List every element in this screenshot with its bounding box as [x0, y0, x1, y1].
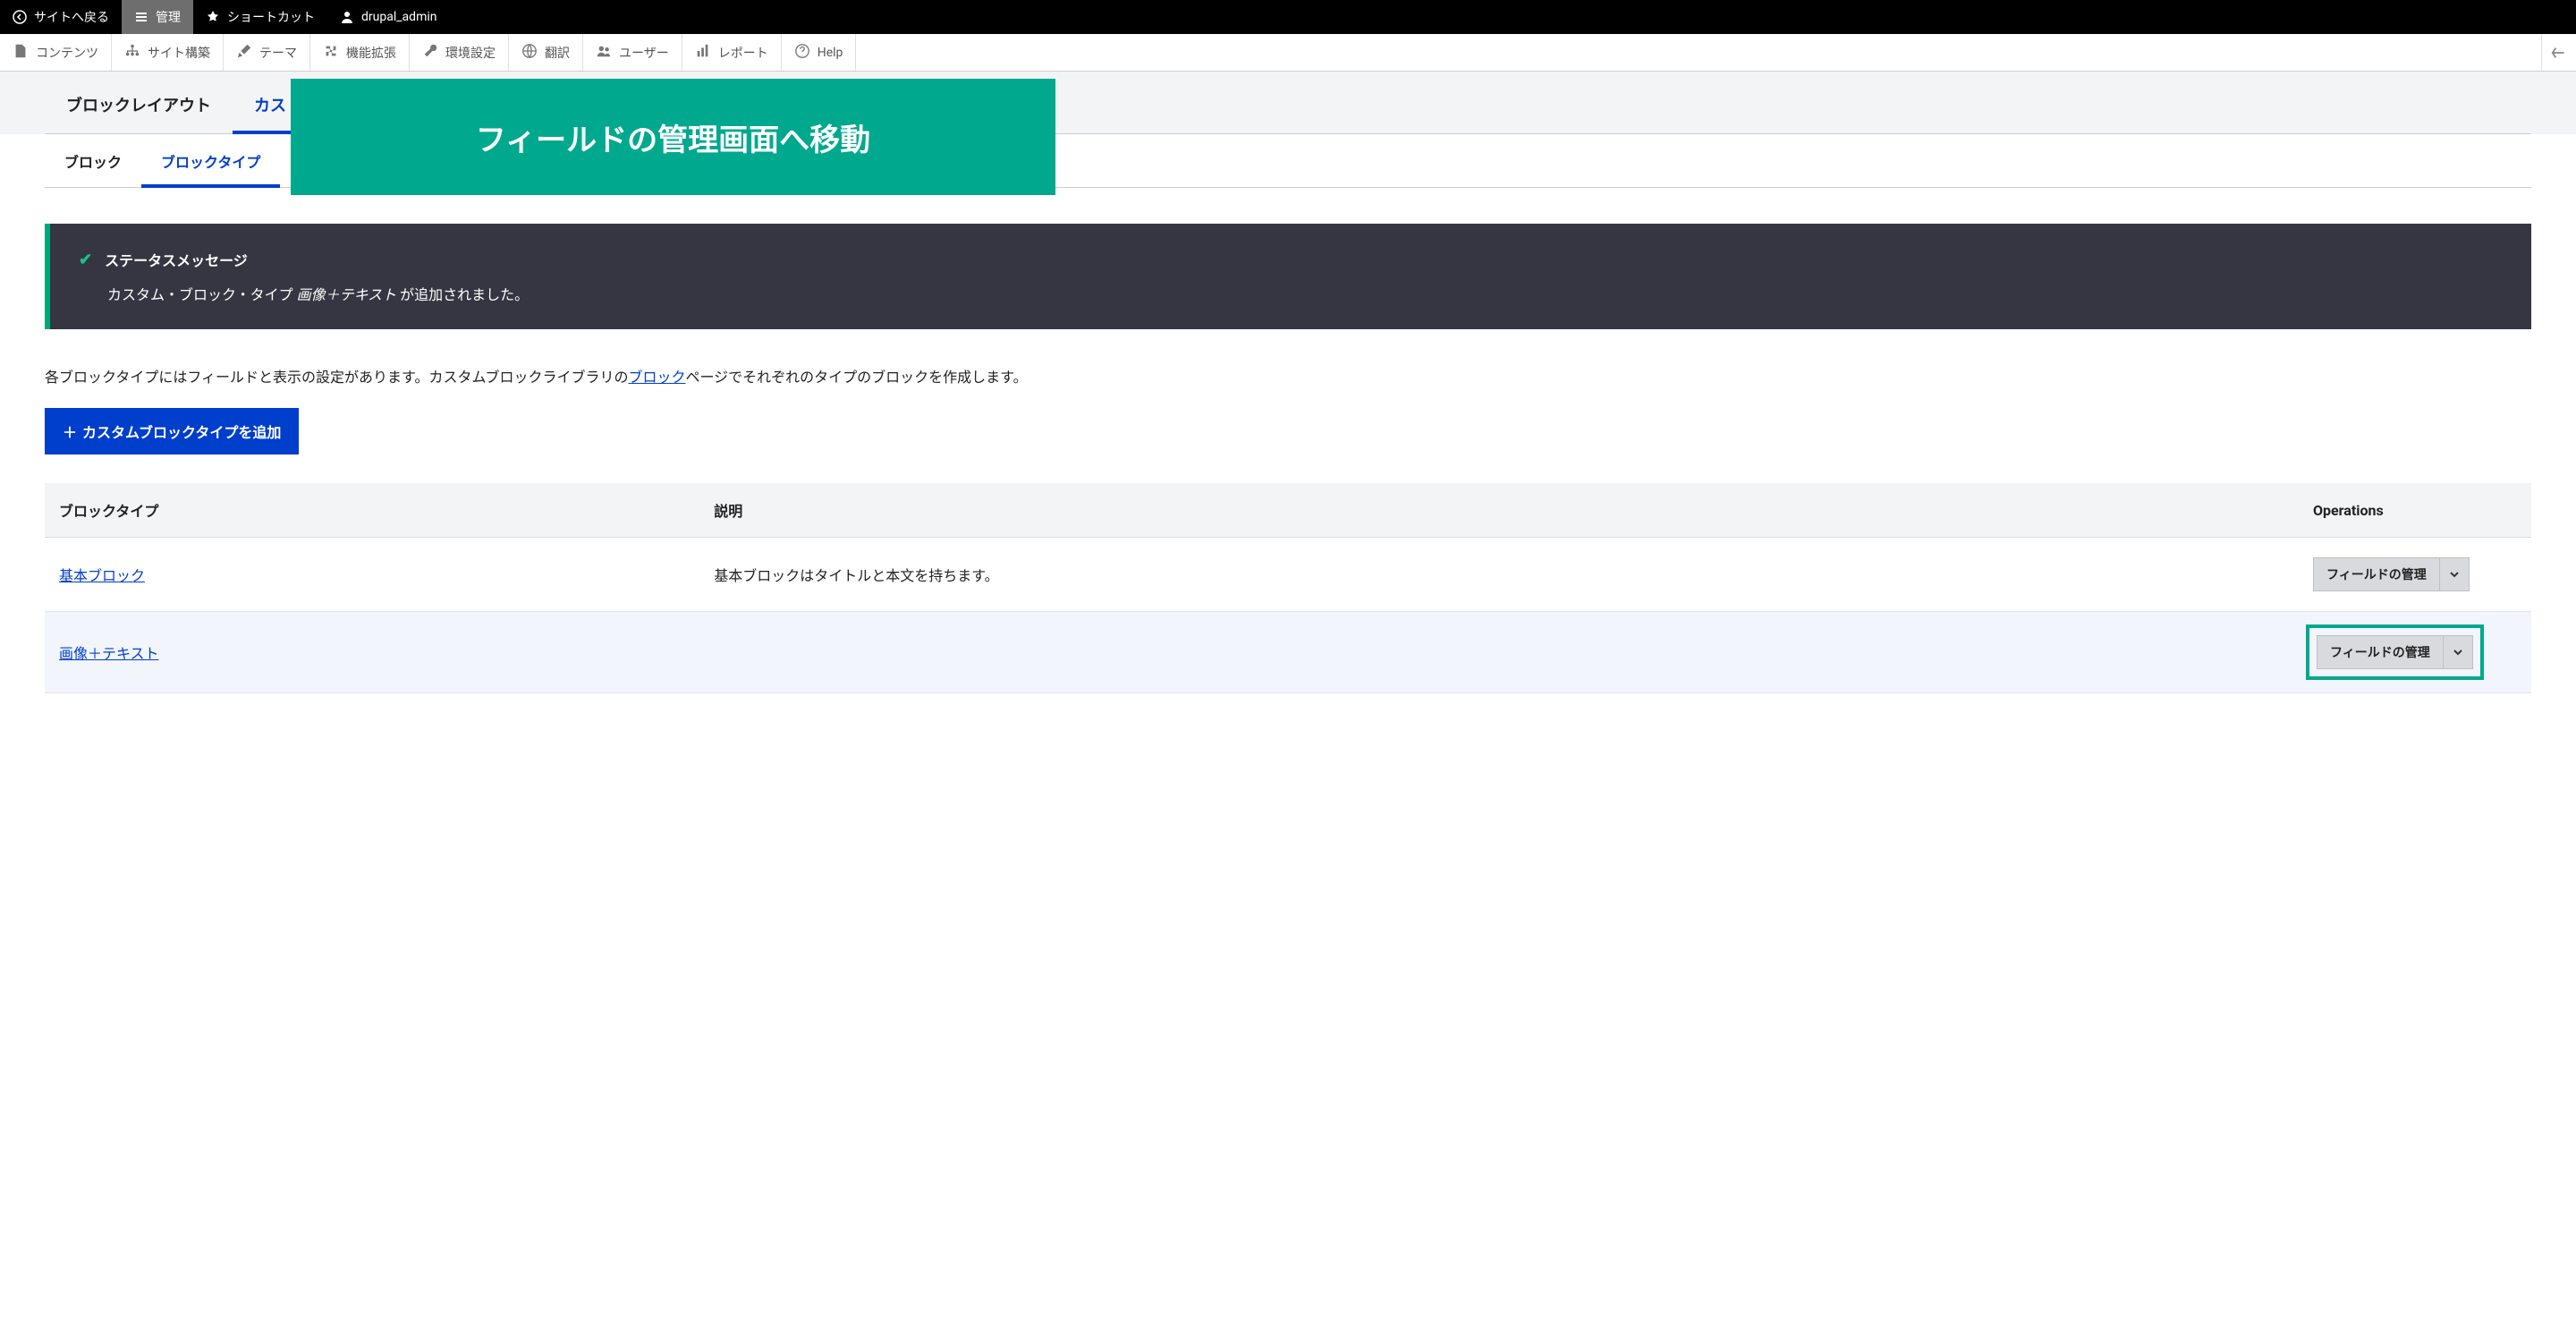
admin-topbar: サイトへ戻る 管理 ショートカット drupal_admin	[0, 0, 2576, 34]
hamburger-icon	[134, 10, 148, 24]
toolbar-orientation-toggle[interactable]	[2541, 34, 2576, 71]
back-to-site[interactable]: サイトへ戻る	[0, 0, 122, 34]
toolbar-content[interactable]: コンテンツ	[0, 34, 112, 71]
back-label: サイトへ戻る	[34, 8, 109, 26]
brush-icon	[236, 43, 252, 63]
plus-icon: ＋	[63, 420, 77, 442]
operations-dropdown[interactable]	[2440, 557, 2470, 591]
shortcuts-link[interactable]: ショートカット	[193, 0, 327, 34]
block-link[interactable]: ブロック	[628, 369, 685, 386]
highlighted-operation: フィールドの管理	[2313, 632, 2477, 673]
toolbar-structure[interactable]: サイト構築	[112, 34, 224, 71]
col-description: 説明	[699, 483, 2299, 538]
table-row: 基本ブロック 基本ブロックはタイトルと本文を持ちます。 フィールドの管理	[45, 538, 2531, 612]
chart-icon	[695, 43, 711, 63]
check-icon: ✔	[79, 251, 92, 269]
toolbar-appearance[interactable]: テーマ	[224, 34, 310, 71]
star-icon	[206, 10, 220, 24]
subtab-block[interactable]: ブロック	[45, 134, 141, 187]
tab-block-layout[interactable]: ブロックレイアウト	[45, 72, 233, 133]
subtab-block-types[interactable]: ブロックタイプ	[141, 134, 280, 188]
toolbar-reports[interactable]: レポート	[682, 34, 782, 71]
block-types-table: ブロックタイプ 説明 Operations 基本ブロック 基本ブロックはタイトル…	[45, 483, 2531, 693]
help-icon	[794, 43, 810, 63]
add-block-type-button[interactable]: ＋カスタムブロックタイプを追加	[45, 408, 299, 454]
puzzle-icon	[323, 43, 339, 63]
block-type-link[interactable]: 画像＋テキスト	[59, 645, 159, 662]
manage-toggle[interactable]: 管理	[122, 0, 193, 34]
status-message: ✔ ステータスメッセージ カスタム・ブロック・タイプ 画像＋テキスト が追加され…	[45, 224, 2531, 329]
col-operations: Operations	[2299, 483, 2531, 538]
status-title: ステータスメッセージ	[105, 249, 248, 270]
back-icon	[13, 10, 27, 24]
toolbar-config[interactable]: 環境設定	[410, 34, 509, 71]
col-block-type: ブロックタイプ	[45, 483, 699, 538]
user-icon	[340, 10, 354, 24]
block-type-link[interactable]: 基本ブロック	[59, 567, 145, 584]
toolbar-extend[interactable]: 機能拡張	[310, 34, 410, 71]
toolbar-translate[interactable]: 翻訳	[509, 34, 583, 71]
operations-dropdown[interactable]	[2444, 635, 2473, 669]
manage-fields-button[interactable]: フィールドの管理	[2313, 557, 2440, 591]
wrench-icon	[422, 43, 438, 63]
table-row: 画像＋テキスト フィールドの管理	[45, 612, 2531, 693]
annotation-banner: フィールドの管理画面へ移動	[291, 79, 1055, 195]
user-menu[interactable]: drupal_admin	[327, 0, 449, 34]
structure-icon	[124, 43, 140, 63]
toolbar-people[interactable]: ユーザー	[583, 34, 682, 71]
username: drupal_admin	[361, 10, 436, 24]
globe-icon	[521, 43, 538, 63]
block-type-desc: 基本ブロックはタイトルと本文を持ちます。	[699, 538, 2299, 612]
status-body: カスタム・ブロック・タイプ 画像＋テキスト が追加されました。	[79, 283, 2503, 304]
intro-text: 各ブロックタイプにはフィールドと表示の設定があります。カスタムブロックライブラリ…	[45, 365, 2531, 386]
toolbar-help[interactable]: Help	[782, 34, 857, 71]
manage-label: 管理	[156, 8, 181, 26]
manage-fields-button[interactable]: フィールドの管理	[2317, 635, 2444, 669]
block-type-desc	[699, 612, 2299, 693]
people-icon	[596, 43, 612, 63]
admin-toolbar: コンテンツ サイト構築 テーマ 機能拡張 環境設定 翻訳 ユーザー レポート H…	[0, 34, 2576, 72]
shortcuts-label: ショートカット	[227, 8, 315, 26]
file-icon	[13, 43, 29, 63]
